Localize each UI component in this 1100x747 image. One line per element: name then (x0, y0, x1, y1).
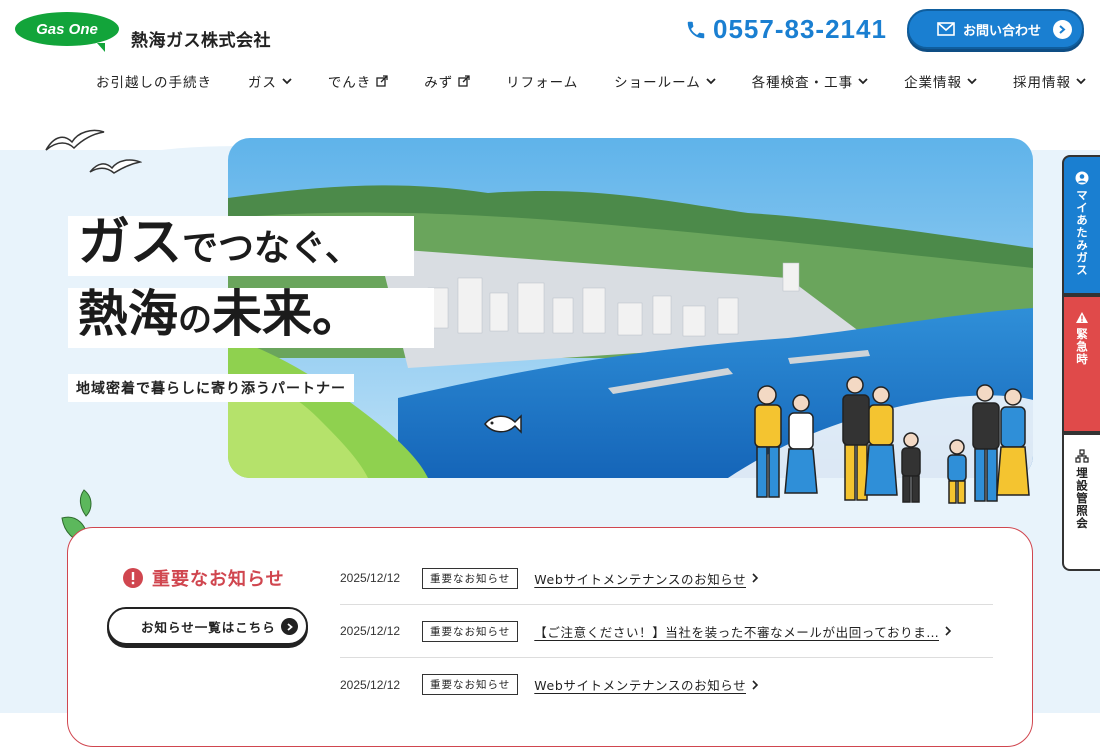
hero-tagline-line1: ガスでつなぐ、 (68, 216, 414, 276)
chevron-down-icon (282, 77, 292, 84)
nav-label: ガス (247, 75, 277, 91)
fish-icon (484, 414, 522, 434)
news-category-badge: 重要なお知らせ (422, 674, 519, 695)
side-tab-my-atami-gas[interactable]: マイあたみガス (1062, 155, 1100, 295)
nav-item-inspection[interactable]: 各種検査・工事 (752, 71, 869, 91)
side-tab-buried-pipe[interactable]: 埋設管照会 (1062, 433, 1100, 571)
nav-label: みず (424, 75, 454, 91)
logo-badge: Gas One (15, 12, 119, 52)
chevron-right-icon (945, 626, 952, 636)
seagull-icon (89, 159, 142, 174)
nav-item-company[interactable]: 企業情報 (904, 71, 977, 91)
arrow-right-icon (1053, 20, 1072, 39)
side-tab-label: マイあたみガス (1075, 189, 1089, 277)
important-news-title: 重要なお知らせ (122, 565, 285, 591)
phone-icon (687, 21, 705, 38)
nav-label: 各種検査・工事 (751, 75, 854, 91)
contact-label: お問い合わせ (963, 23, 1042, 39)
pipe-icon (1075, 449, 1089, 463)
user-icon (1075, 171, 1089, 185)
chevron-down-icon (706, 77, 716, 84)
nav-label: お引越しの手続き (96, 75, 212, 91)
warning-icon (1076, 312, 1088, 323)
chevron-down-icon (858, 77, 868, 84)
news-title-text: 重要なお知らせ (152, 569, 285, 590)
news-date: 2025/12/12 (340, 571, 401, 585)
news-list-button-label: お知らせ一覧はこちら (141, 619, 276, 635)
tagline-small-text: でつなぐ、 (182, 228, 361, 269)
chevron-right-icon (752, 573, 759, 583)
nav-item-water[interactable]: みず (424, 71, 470, 91)
tagline-big-text: 熱海 (78, 285, 178, 343)
side-tab-label: 埋設管照会 (1075, 467, 1089, 530)
news-list: 2025/12/12 重要なお知らせ Webサイトメンテナンスのお知らせ 202… (340, 552, 993, 711)
mail-icon (937, 22, 955, 36)
side-tab-emergency[interactable]: 緊急時 (1062, 295, 1100, 433)
nav-item-moving[interactable]: お引越しの手続き (96, 71, 212, 91)
chevron-right-icon (752, 679, 759, 690)
seagull-icon (45, 129, 105, 151)
news-link[interactable]: Webサイトメンテナンスのお知らせ (534, 569, 746, 588)
phone-number: 0557-83-2141 (713, 14, 887, 44)
nav-label: ショールーム (614, 75, 701, 91)
news-category-badge: 重要なお知らせ (422, 620, 519, 642)
nav-label: リフォーム (506, 75, 579, 91)
news-list-button[interactable]: お知らせ一覧はこちら (107, 607, 308, 645)
contact-button[interactable]: お問い合わせ (907, 9, 1084, 49)
news-category-badge: 重要なお知らせ (422, 567, 519, 589)
nav-item-reform[interactable]: リフォーム (506, 71, 578, 91)
tagline-big-text: 未来 (212, 285, 312, 343)
news-link[interactable]: 【ご注意ください！】当社を装った不審なメールが出回っておりま… (534, 622, 939, 641)
external-link-icon (458, 75, 470, 87)
news-item[interactable]: 2025/12/12 重要なお知らせ Webサイトメンテナンスのお知らせ (340, 552, 993, 605)
news-item[interactable]: 2025/12/12 重要なお知らせ 【ご注意ください！】当社を装った不審なメー… (340, 605, 993, 658)
news-date: 2025/12/12 (340, 677, 401, 692)
gas-one-logo[interactable]: Gas One (15, 12, 119, 52)
side-tab-label: 緊急時 (1075, 328, 1089, 366)
main-nav: お引越しの手続き ガス でんき みず リフォーム ショールーム 各種検査・工事 … (96, 70, 1086, 92)
external-link-icon (376, 75, 388, 87)
nav-label: 採用情報 (1012, 75, 1071, 91)
alert-icon (123, 568, 143, 588)
tagline-small-text: の (178, 300, 212, 340)
nav-item-recruit[interactable]: 採用情報 (1013, 71, 1086, 91)
nav-item-showroom[interactable]: ショールーム (614, 71, 716, 91)
news-date: 2025/12/12 (340, 624, 401, 638)
news-link[interactable]: Webサイトメンテナンスのお知らせ (534, 675, 746, 694)
company-name: 熱海ガス株式会社 (131, 31, 271, 51)
nav-label: でんき (327, 75, 372, 91)
nav-item-gas[interactable]: ガス (248, 71, 292, 91)
phone-link[interactable]: 0557-83-2141 (685, 14, 887, 45)
tagline-big-text: ガス (78, 213, 183, 273)
hero-tagline-line2: 熱海の未来。 (68, 288, 434, 348)
news-item[interactable]: 2025/12/12 重要なお知らせ Webサイトメンテナンスのお知らせ (340, 658, 993, 711)
chevron-down-icon (1076, 77, 1086, 84)
chevron-down-icon (967, 77, 977, 84)
hero-subtitle: 地域密着で暮らしに寄り添うパートナー (68, 374, 354, 402)
family-illustration (754, 376, 1030, 504)
nav-item-electricity[interactable]: でんき (328, 71, 389, 91)
arrow-right-icon (281, 618, 298, 635)
tagline-period: 。 (312, 285, 362, 343)
side-tabs: マイあたみガス 緊急時 埋設管照会 (1062, 155, 1100, 571)
nav-label: 企業情報 (904, 75, 963, 91)
